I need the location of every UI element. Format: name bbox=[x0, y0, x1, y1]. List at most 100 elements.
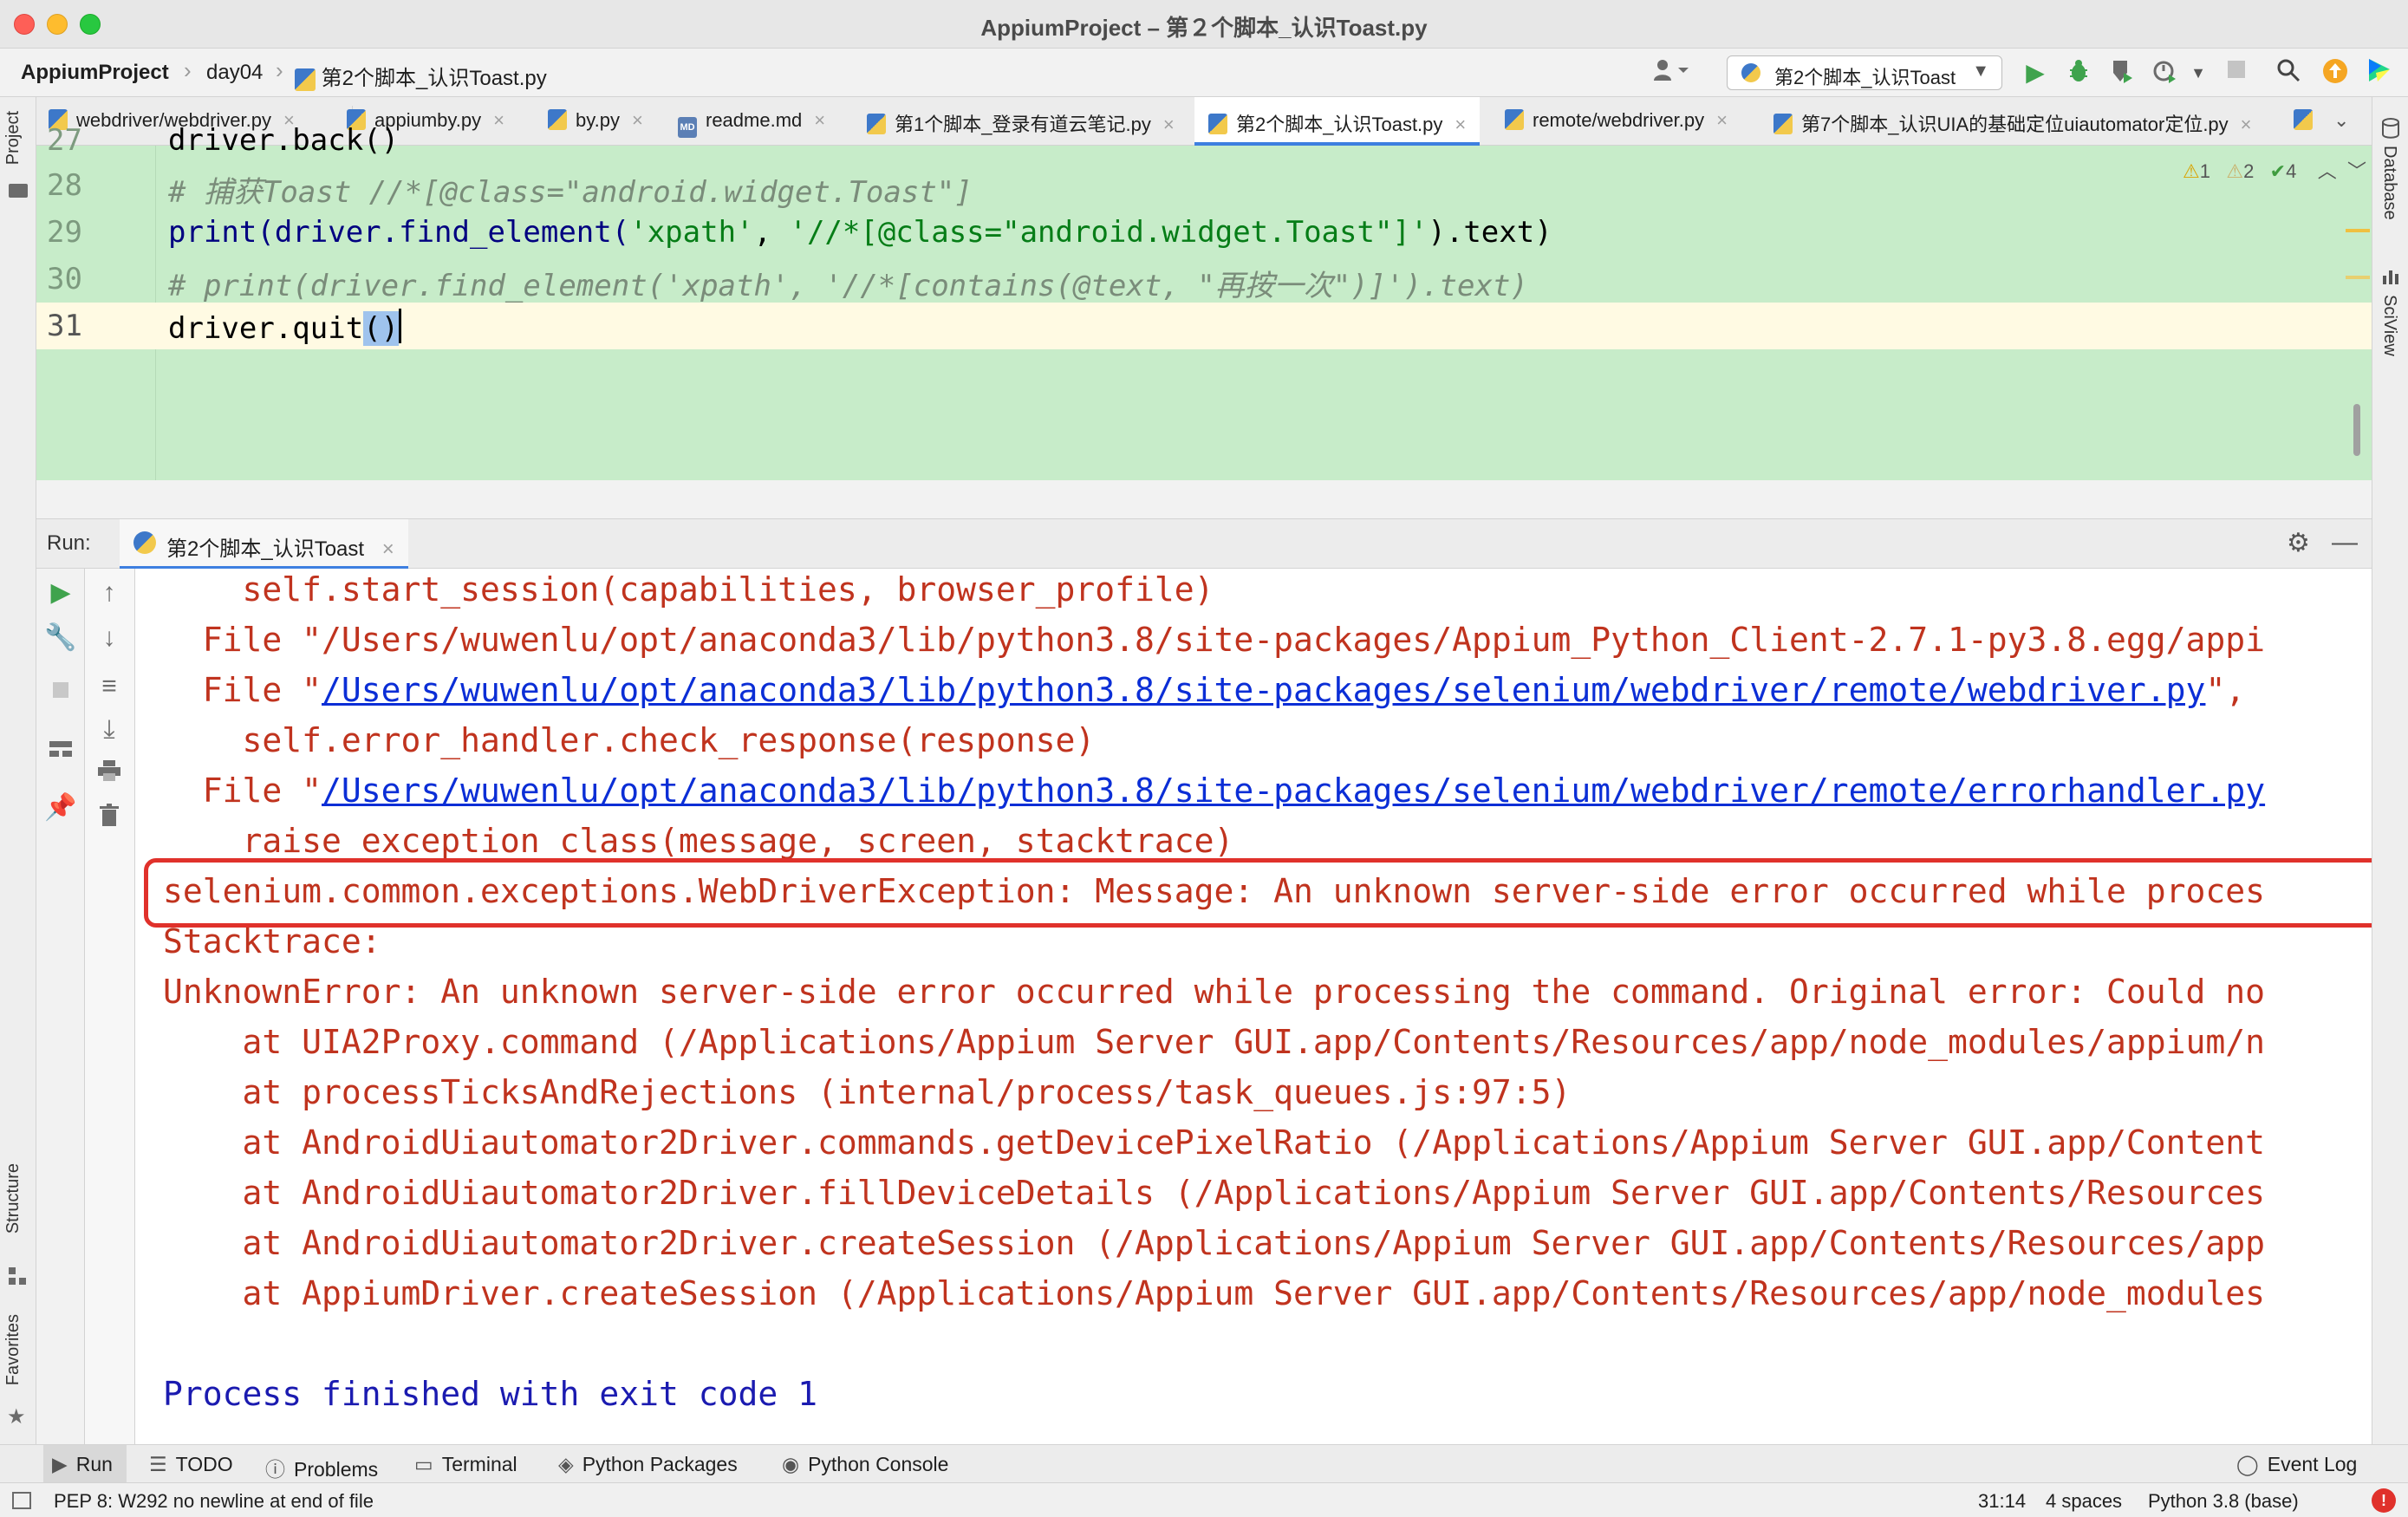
close-icon[interactable]: × bbox=[1716, 109, 1728, 131]
jetbrains-icon[interactable] bbox=[2363, 57, 2394, 88]
close-icon[interactable]: × bbox=[493, 109, 504, 131]
trash-icon[interactable] bbox=[92, 801, 127, 836]
console-line: self.error_handler.check_response(respon… bbox=[163, 721, 1096, 759]
run-icon[interactable]: ▶ bbox=[2020, 57, 2051, 88]
coverage-icon[interactable] bbox=[2106, 57, 2138, 88]
bottom-tool-bar: ▶ Run ☰ TODO ⓘ Problems ▭ Terminal ◈ Python P… bbox=[0, 1444, 2408, 1483]
wrench-icon[interactable]: 🔧 bbox=[43, 621, 78, 655]
interpreter-selector[interactable]: Python 3.8 (base) bbox=[2148, 1490, 2299, 1513]
window-title: AppiumProject – 第２个脚本_认识Toast.py bbox=[980, 15, 1428, 41]
python-file-icon bbox=[295, 68, 316, 91]
close-icon[interactable]: × bbox=[632, 109, 643, 131]
indent-setting[interactable]: 4 spaces bbox=[2046, 1490, 2122, 1513]
warning-marker[interactable] bbox=[2346, 276, 2370, 279]
markdown-file-icon: MD bbox=[678, 117, 697, 138]
breadcrumb-folder[interactable]: day04 bbox=[206, 61, 263, 85]
database-tool-button[interactable]: Database bbox=[2379, 146, 2399, 220]
tab-script1[interactable]: 第1个脚本_登录有道云笔记.py × bbox=[867, 97, 1175, 146]
right-tool-strip: Database SciView bbox=[2372, 97, 2408, 1448]
terminal-tool-button[interactable]: ▭ Terminal bbox=[414, 1445, 517, 1483]
todo-tool-button[interactable]: ☰ TODO bbox=[149, 1445, 233, 1483]
close-icon[interactable]: × bbox=[382, 537, 394, 561]
structure-icon bbox=[9, 1267, 26, 1285]
sciview-tool-button[interactable]: SciView bbox=[2379, 295, 2399, 356]
close-icon[interactable]: × bbox=[2241, 114, 2252, 135]
weak-warning-count: 2 bbox=[2243, 160, 2255, 182]
python-file-icon bbox=[867, 114, 886, 134]
list-icon: ☰ bbox=[149, 1453, 167, 1475]
terminal-icon: ▭ bbox=[414, 1453, 433, 1475]
stop-icon[interactable] bbox=[43, 674, 78, 709]
chevron-down-icon[interactable]: ﹀ bbox=[2347, 160, 2366, 182]
rerun-icon[interactable]: ▶ bbox=[43, 576, 78, 610]
update-icon[interactable] bbox=[2320, 57, 2351, 88]
run-tool-button[interactable]: ▶ Run bbox=[43, 1445, 127, 1483]
gear-icon[interactable]: ⚙ bbox=[2287, 528, 2310, 558]
user-icon[interactable] bbox=[1647, 57, 1695, 88]
warning-count: 1 bbox=[2199, 160, 2210, 182]
run-tab[interactable]: 第2个脚本_认识Toast × bbox=[120, 519, 408, 570]
tab-label: remote/webdriver.py bbox=[1533, 109, 1705, 131]
line-number: 29 bbox=[47, 215, 82, 250]
tab-by[interactable]: by.py × bbox=[548, 97, 643, 146]
line-number: 31 bbox=[47, 309, 82, 343]
run-configuration-select[interactable]: 第2个脚本_认识Toast ▼ bbox=[1727, 55, 2002, 90]
python-packages-tool-button[interactable]: ◈ Python Packages bbox=[558, 1445, 738, 1483]
text-cursor bbox=[399, 309, 402, 343]
tab-label: 第2个脚本_认识Toast.py bbox=[1236, 114, 1443, 135]
debug-icon[interactable] bbox=[2063, 57, 2094, 88]
warning-marker[interactable] bbox=[2346, 229, 2370, 232]
close-icon[interactable]: × bbox=[1455, 114, 1466, 135]
close-icon[interactable]: × bbox=[1163, 114, 1175, 135]
code-line-31: driver.quit() bbox=[168, 309, 402, 346]
console-line: at UIA2Proxy.command (/Applications/Appi… bbox=[163, 1023, 2266, 1061]
line-number: 28 bbox=[47, 168, 82, 203]
pin-icon[interactable]: 📌 bbox=[43, 791, 78, 825]
arrow-down-icon[interactable]: ↓ bbox=[92, 621, 127, 655]
chevron-down-icon[interactable]: ▼ bbox=[2183, 57, 2214, 88]
panel-toggle-icon[interactable] bbox=[12, 1492, 31, 1509]
notification-icon[interactable]: ! bbox=[2372, 1488, 2396, 1513]
tab-readme[interactable]: MD readme.md × bbox=[678, 97, 825, 146]
profile-icon[interactable] bbox=[2150, 57, 2181, 88]
tab-script7[interactable]: 第7个脚本_认识UIA的基础定位uiautomator定位.py × bbox=[1773, 97, 2252, 146]
print-icon[interactable] bbox=[92, 756, 127, 791]
close-icon[interactable]: × bbox=[814, 109, 825, 131]
tab-script2[interactable]: 第2个脚本_认识Toast.py × bbox=[1194, 97, 1481, 146]
event-log-tool-button[interactable]: ◯ Event Log bbox=[2236, 1445, 2357, 1483]
layout-icon[interactable] bbox=[43, 733, 78, 768]
caret-position[interactable]: 31:14 bbox=[1978, 1490, 2026, 1513]
console-line: at AndroidUiautomator2Driver.createSessi… bbox=[163, 1224, 2266, 1262]
console-line: at AppiumDriver.createSession (/Applicat… bbox=[163, 1274, 2266, 1312]
minimize-icon[interactable]: — bbox=[2332, 528, 2358, 557]
tab-overflow[interactable] bbox=[2294, 97, 2321, 146]
python-console-icon: ◉ bbox=[782, 1453, 800, 1475]
file-link[interactable]: /Users/wuwenlu/opt/anaconda3/lib/python3… bbox=[322, 772, 2265, 810]
weak-warning-icon: ⚠ bbox=[2226, 160, 2244, 182]
scroll-to-end-icon[interactable]: ⤓ bbox=[92, 713, 127, 747]
status-message[interactable]: PEP 8: W292 no newline at end of file bbox=[54, 1490, 374, 1513]
tab-remote-webdriver[interactable]: remote/webdriver.py × bbox=[1505, 97, 1728, 146]
soft-wrap-icon[interactable]: ≡ bbox=[92, 669, 127, 704]
breadcrumb-project[interactable]: AppiumProject bbox=[21, 61, 169, 85]
project-tool-button[interactable]: Project bbox=[3, 111, 23, 165]
problems-tool-button[interactable]: ⓘ Problems bbox=[265, 1445, 378, 1483]
run-console[interactable]: self.start_session(capabilities, browser… bbox=[135, 569, 2372, 1444]
file-link[interactable]: /Users/wuwenlu/opt/anaconda3/lib/python3… bbox=[322, 671, 2205, 709]
chevron-up-icon[interactable]: ︿ bbox=[2318, 160, 2337, 182]
stop-icon[interactable] bbox=[2221, 57, 2252, 88]
navigation-bar: AppiumProject › day04 › 第2个脚本_认识Toast.py… bbox=[0, 49, 2408, 97]
editor-scrollbar[interactable] bbox=[2353, 404, 2360, 456]
title-bar: AppiumProject – 第２个脚本_认识Toast.py bbox=[0, 0, 2408, 49]
tab-list-chevron-icon[interactable]: ⌄ bbox=[2333, 97, 2349, 146]
favorites-tool-button[interactable]: Favorites bbox=[3, 1314, 23, 1385]
breadcrumb-file[interactable]: 第2个脚本_认识Toast.py bbox=[295, 61, 547, 91]
check-icon: ✔ bbox=[2269, 160, 2287, 182]
search-icon[interactable] bbox=[2273, 57, 2304, 88]
structure-tool-button[interactable]: Structure bbox=[3, 1163, 23, 1234]
sciview-icon bbox=[2381, 267, 2400, 286]
arrow-up-icon[interactable]: ↑ bbox=[92, 576, 127, 610]
inspection-widget[interactable]: ⚠1 ⚠2 ✔4 ︿ ﹀ bbox=[2183, 156, 2366, 184]
code-editor[interactable]: 27 driver.back() 28 # 捕获Toast //*[@class… bbox=[36, 123, 2372, 480]
python-console-tool-button[interactable]: ◉ Python Console bbox=[782, 1445, 948, 1483]
